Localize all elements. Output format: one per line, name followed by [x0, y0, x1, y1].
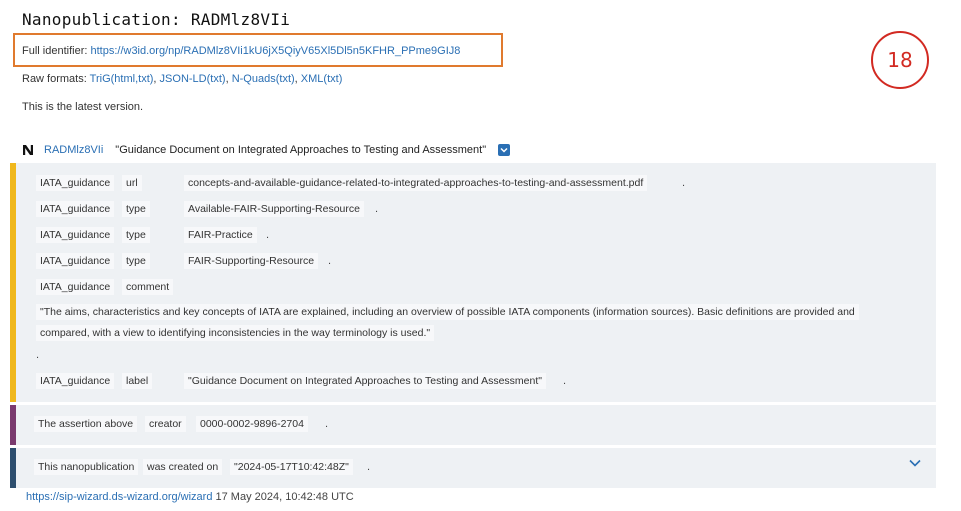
raw-formats-line: Raw formats: TriG(html,txt), JSON-LD(txt…	[22, 73, 343, 85]
raw-formats-label: Raw formats:	[22, 73, 87, 85]
triple-end-dot: .	[367, 461, 371, 473]
triple-subject[interactable]: IATA_guidance	[36, 373, 115, 389]
triple-end-dot: .	[563, 375, 567, 387]
format-jsonld-link[interactable]: JSON-LD(txt)	[160, 73, 226, 85]
triple-end-dot: .	[682, 177, 686, 189]
triple-subject[interactable]: IATA_guidance	[36, 175, 115, 191]
provenance-block: The assertion above creator 0000-0002-98…	[10, 405, 936, 445]
triple-subject[interactable]: IATA_guidance	[36, 253, 115, 269]
source-date: 17 May 2024, 10:42:48 UTC	[215, 491, 354, 503]
triple-predicate[interactable]: label	[122, 373, 153, 389]
triple-object[interactable]: concepts-and-available-guidance-related-…	[184, 175, 648, 191]
provenance-predicate[interactable]: creator	[145, 416, 186, 432]
dropdown-toggle-button[interactable]	[498, 144, 511, 156]
triple-subject[interactable]: IATA_guidance	[36, 279, 115, 295]
triple-end-dot: .	[375, 203, 379, 215]
triple-predicate[interactable]: url	[122, 175, 142, 191]
nanopub-label: "Guidance Document on Integrated Approac…	[115, 144, 487, 156]
triple-object[interactable]: FAIR-Supporting-Resource	[184, 253, 319, 269]
version-note: This is the latest version.	[22, 101, 144, 113]
triple-predicate[interactable]: type	[122, 253, 150, 269]
triple-subject[interactable]: IATA_guidance	[36, 227, 115, 243]
triple-end-dot: .	[328, 255, 332, 267]
page-title: Nanopublication: RADMlz8VIi	[22, 10, 291, 29]
format-nquads-link[interactable]: N-Quads(txt)	[232, 73, 295, 85]
triple-predicate[interactable]: type	[122, 227, 150, 243]
triple-end-dot: .	[36, 349, 40, 361]
triple-predicate[interactable]: type	[122, 201, 150, 217]
assertion-block: IATA_guidance url concepts-and-available…	[10, 163, 936, 402]
format-trig-link[interactable]: TriG(html,txt)	[90, 73, 154, 85]
nanopub-header: RADMlz8VIi "Guidance Document on Integra…	[22, 144, 511, 156]
highlight-annotation-box	[13, 33, 503, 67]
triple-subject[interactable]: IATA_guidance	[36, 201, 115, 217]
triple-end-dot: .	[266, 229, 270, 241]
triple-object[interactable]: "Guidance Document on Integrated Approac…	[184, 373, 546, 389]
chevron-down-icon	[500, 147, 508, 153]
provenance-object[interactable]: 0000-0002-9896-2704	[196, 416, 308, 432]
expand-chevron-icon[interactable]	[908, 456, 922, 470]
provenance-subject[interactable]: The assertion above	[34, 416, 138, 432]
triple-object[interactable]: Available-FAIR-Supporting-Resource	[184, 201, 364, 217]
nanopub-id-link[interactable]: RADMlz8VIi	[44, 144, 103, 156]
step-number-badge: 18	[871, 31, 929, 89]
footer-source: https://sip-wizard.ds-wizard.org/wizard …	[26, 491, 354, 503]
comment-line-1[interactable]: "The aims, characteristics and key conce…	[36, 304, 859, 320]
pubinfo-subject[interactable]: This nanopublication	[34, 459, 139, 475]
nanopub-logo-icon	[23, 145, 33, 155]
format-xml-link[interactable]: XML(txt)	[301, 73, 343, 85]
source-link[interactable]: https://sip-wizard.ds-wizard.org/wizard	[26, 491, 212, 503]
comment-line-2[interactable]: compared, with a view to identifying inc…	[36, 325, 435, 341]
pubinfo-object[interactable]: "2024-05-17T10:42:48Z"	[230, 459, 353, 475]
pubinfo-predicate[interactable]: was created on	[143, 459, 223, 475]
comment-literal: "The aims, characteristics and key conce…	[36, 302, 896, 344]
triple-end-dot: .	[325, 418, 329, 430]
triple-predicate[interactable]: comment	[122, 279, 174, 295]
pubinfo-block: This nanopublication was created on "202…	[10, 448, 936, 488]
triple-object[interactable]: FAIR-Practice	[184, 227, 257, 243]
